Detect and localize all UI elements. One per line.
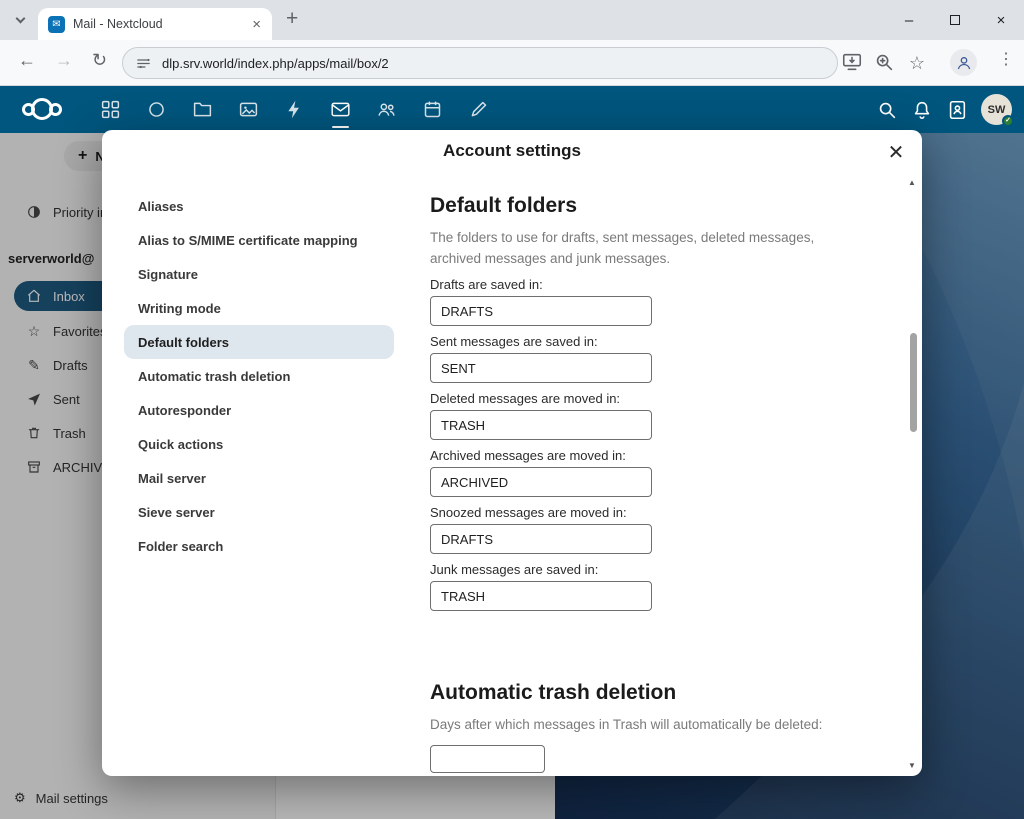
window-close-button[interactable]: × — [978, 0, 1024, 40]
back-button[interactable]: ← — [18, 50, 36, 71]
forward-button[interactable]: → — [55, 50, 73, 71]
tab-close-icon[interactable]: × — [247, 16, 266, 33]
nextcloud-logo[interactable] — [22, 98, 62, 120]
modal-close-icon[interactable]: ✕ — [880, 136, 912, 168]
app-circle-icon[interactable] — [146, 99, 167, 120]
browser-tab[interactable]: ✉ Mail - Nextcloud × — [38, 8, 272, 40]
modal-title: Account settings — [102, 141, 922, 161]
field-group-archived: Archived messages are moved in: — [430, 448, 882, 497]
trash-deletion-heading: Automatic trash deletion — [430, 681, 882, 705]
screen: ✉ Mail - Nextcloud × + – × ← → ↻ dlp.srv… — [0, 0, 1024, 819]
app-menu — [100, 99, 489, 120]
browser-menu-icon[interactable]: ⋮ — [998, 49, 1014, 69]
new-tab-button[interactable]: + — [286, 7, 298, 31]
junk-folder-select[interactable] — [430, 581, 652, 611]
tab-search-chevron-icon[interactable] — [12, 12, 30, 30]
install-app-icon[interactable] — [841, 51, 865, 75]
unified-search-icon[interactable] — [876, 99, 898, 121]
settings-nav-mail-server[interactable]: Mail server — [124, 461, 394, 495]
header-actions: SW ✓ — [876, 94, 1012, 125]
field-label: Drafts are saved in: — [430, 277, 882, 293]
settings-nav-quick-actions[interactable]: Quick actions — [124, 427, 394, 461]
snoozed-folder-select[interactable] — [430, 524, 652, 554]
app-mail-icon[interactable] — [330, 99, 351, 120]
field-label: Snoozed messages are moved in: — [430, 505, 882, 521]
settings-nav-default-folders[interactable]: Default folders — [124, 325, 394, 359]
app-notes-icon[interactable] — [468, 99, 489, 120]
trash-deletion-description: Days after which messages in Trash will … — [430, 714, 868, 735]
url-text: dlp.srv.world/index.php/apps/mail/box/2 — [162, 56, 389, 71]
trash-retention-days-input[interactable] — [430, 745, 545, 773]
sent-folder-select[interactable] — [430, 353, 652, 383]
browser-tab-strip: ✉ Mail - Nextcloud × + – × — [0, 0, 1024, 40]
settings-nav-trash-deletion[interactable]: Automatic trash deletion — [124, 359, 394, 393]
contacts-book-icon[interactable] — [946, 99, 968, 121]
window-controls: – × — [886, 0, 1024, 40]
field-group-drafts: Drafts are saved in: — [430, 277, 882, 326]
app-calendar-icon[interactable] — [422, 99, 443, 120]
default-folders-description: The folders to use for drafts, sent mess… — [430, 227, 868, 269]
deleted-folder-select[interactable] — [430, 410, 652, 440]
user-avatar[interactable]: SW ✓ — [981, 94, 1012, 125]
tab-favicon-mail-icon: ✉ — [48, 16, 65, 33]
reload-button[interactable]: ↻ — [92, 50, 107, 71]
settings-nav-sieve-server[interactable]: Sieve server — [124, 495, 394, 529]
field-group-snoozed: Snoozed messages are moved in: — [430, 505, 882, 554]
avatar-initials: SW — [988, 104, 1006, 116]
settings-content: Default folders The folders to use for d… — [430, 178, 882, 776]
field-label: Sent messages are saved in: — [430, 334, 882, 350]
bookmark-star-icon[interactable]: ☆ — [905, 51, 929, 75]
scroll-down-arrow[interactable]: ▼ — [906, 761, 918, 770]
archived-folder-select[interactable] — [430, 467, 652, 497]
default-folders-heading: Default folders — [430, 194, 882, 218]
settings-nav-aliases[interactable]: Aliases — [124, 189, 394, 223]
zoom-icon[interactable] — [873, 51, 897, 75]
status-check-icon: ✓ — [1002, 115, 1014, 127]
scroll-up-arrow[interactable]: ▲ — [906, 178, 918, 187]
notifications-bell-icon[interactable] — [911, 99, 933, 121]
field-label: Archived messages are moved in: — [430, 448, 882, 464]
settings-nav-autoresponder[interactable]: Autoresponder — [124, 393, 394, 427]
app-activity-icon[interactable] — [284, 99, 305, 120]
field-label: Deleted messages are moved in: — [430, 391, 882, 407]
app-photos-icon[interactable] — [238, 99, 259, 120]
browser-profile-avatar[interactable] — [950, 49, 977, 76]
nextcloud-header: SW ✓ — [0, 86, 1024, 133]
tab-title: Mail - Nextcloud — [73, 17, 247, 31]
address-bar[interactable]: dlp.srv.world/index.php/apps/mail/box/2 — [122, 47, 838, 79]
settings-nav-smime-mapping[interactable]: Alias to S/MIME certificate mapping — [124, 223, 394, 257]
settings-nav-folder-search[interactable]: Folder search — [124, 529, 394, 563]
settings-nav-signature[interactable]: Signature — [124, 257, 394, 291]
field-group-deleted: Deleted messages are moved in: — [430, 391, 882, 440]
account-settings-modal: Account settings ✕ Aliases Alias to S/MI… — [102, 130, 922, 776]
window-minimize-button[interactable]: – — [886, 0, 932, 40]
settings-nav: Aliases Alias to S/MIME certificate mapp… — [124, 189, 394, 563]
scrollbar-thumb[interactable] — [910, 333, 917, 432]
app-dashboard-icon[interactable] — [100, 99, 121, 120]
drafts-folder-select[interactable] — [430, 296, 652, 326]
field-group-sent: Sent messages are saved in: — [430, 334, 882, 383]
site-info-icon[interactable] — [135, 55, 152, 72]
app-files-icon[interactable] — [192, 99, 213, 120]
app-contacts-icon[interactable] — [376, 99, 397, 120]
field-label: Junk messages are saved in: — [430, 562, 882, 578]
field-group-junk: Junk messages are saved in: — [430, 562, 882, 611]
window-maximize-button[interactable] — [932, 0, 978, 40]
settings-nav-writing-mode[interactable]: Writing mode — [124, 291, 394, 325]
